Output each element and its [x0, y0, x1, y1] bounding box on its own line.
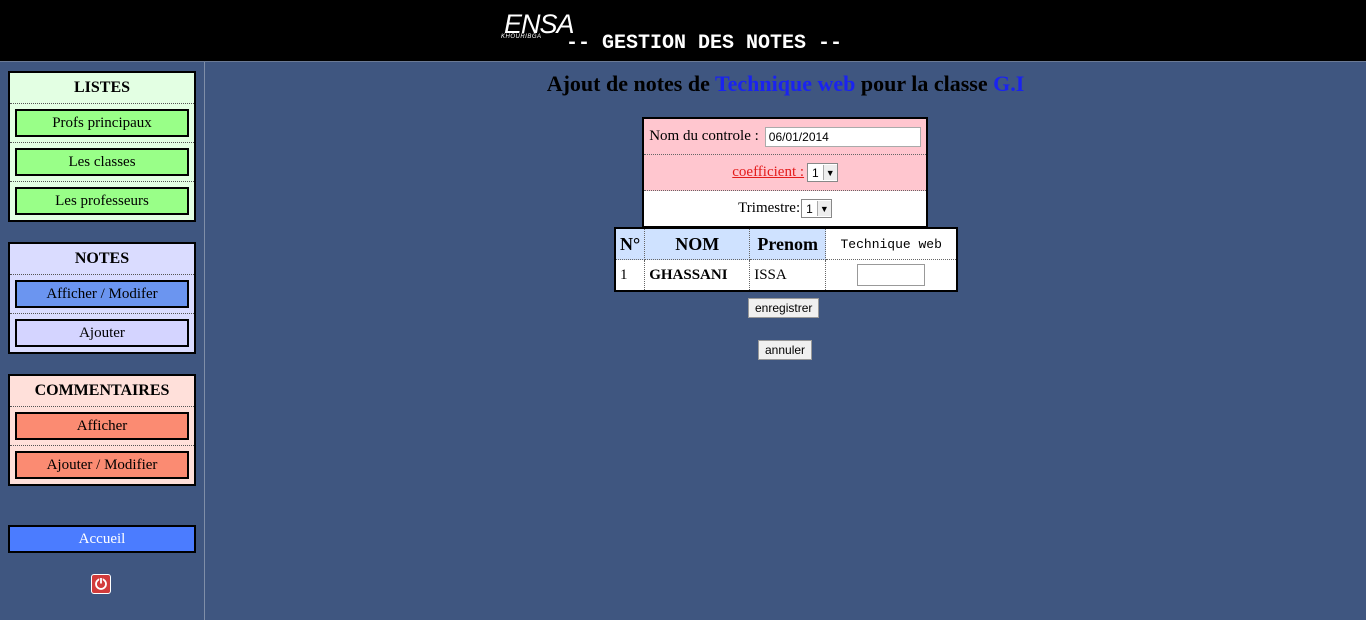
controle-label: Nom du controle :	[649, 128, 759, 144]
notes-table: N° NOM Prenom Technique web 1 GHASSANI I…	[614, 227, 959, 292]
title-prefix: Ajout de notes de	[546, 71, 710, 96]
menu-box-listes: LISTES Profs principaux Les classes Les …	[8, 71, 196, 222]
trimestre-value: 1	[806, 201, 813, 216]
trimestre-label: Trimestre:	[738, 200, 801, 216]
menu-box-notes: NOTES Afficher / Modifer Ajouter	[8, 242, 196, 354]
cell-nom: GHASSANI	[644, 259, 751, 292]
enregistrer-button[interactable]: enregistrer	[748, 298, 820, 318]
col-header-nom: NOM	[644, 228, 751, 260]
subject-name: Technique web	[714, 71, 856, 96]
cell-note	[825, 259, 958, 292]
menu-item-afficher-modifier-notes[interactable]: Afficher / Modifer	[15, 280, 189, 308]
power-icon[interactable]	[91, 574, 111, 594]
trimestre-row: Trimestre: 1 ▼	[644, 191, 926, 226]
chevron-down-icon: ▼	[816, 201, 831, 216]
cell-prenom: ISSA	[749, 259, 827, 292]
table-row: 1 GHASSANI ISSA	[615, 259, 958, 292]
page-header-title: -- GESTION DES NOTES --	[566, 32, 843, 55]
note-input[interactable]	[857, 264, 926, 286]
col-header-prenom: Prenom	[749, 228, 827, 260]
table-header-row: N° NOM Prenom Technique web	[615, 228, 958, 260]
cell-num: 1	[615, 259, 646, 292]
menu-title-commentaires: COMMENTAIRES	[10, 376, 194, 407]
coefficient-row: coefficient : 1 ▼	[644, 155, 926, 191]
col-header-num: N°	[615, 228, 646, 260]
col-header-subject: Technique web	[825, 228, 958, 260]
coefficient-select[interactable]: 1 ▼	[807, 163, 838, 182]
page-title: Ajout de notes de Technique web pour la …	[205, 71, 1366, 97]
menu-item-les-professeurs[interactable]: Les professeurs	[15, 187, 189, 215]
controle-name-input[interactable]	[764, 126, 921, 147]
menu-item-afficher-commentaires[interactable]: Afficher	[15, 412, 189, 440]
coefficient-value: 1	[812, 165, 819, 180]
menu-box-commentaires: COMMENTAIRES Afficher Ajouter / Modifier	[8, 374, 196, 486]
menu-item-ajouter-notes[interactable]: Ajouter	[15, 319, 189, 347]
class-name: G.I	[993, 71, 1025, 96]
menu-title-listes: LISTES	[10, 73, 194, 104]
annuler-button[interactable]: annuler	[758, 340, 813, 360]
accueil-button[interactable]: Accueil	[8, 525, 196, 553]
controle-form: Nom du controle : coefficient : 1 ▼ Trim…	[642, 117, 928, 228]
logo-city: KHOURIBGA	[501, 34, 542, 40]
controle-row: Nom du controle :	[644, 119, 926, 155]
menu-item-profs-principaux[interactable]: Profs principaux	[15, 109, 189, 137]
ensa-logo: ENSA KHOURIBGA	[498, 9, 575, 47]
coefficient-link[interactable]: coefficient :	[732, 164, 804, 181]
menu-item-les-classes[interactable]: Les classes	[15, 148, 189, 176]
title-mid: pour la classe	[860, 71, 988, 96]
menu-title-notes: NOTES	[10, 244, 194, 275]
chevron-down-icon: ▼	[822, 165, 837, 180]
trimestre-select[interactable]: 1 ▼	[801, 199, 832, 218]
sidebar: LISTES Profs principaux Les classes Les …	[0, 62, 205, 620]
top-header: ENSA KHOURIBGA -- GESTION DES NOTES --	[0, 0, 1366, 62]
menu-item-ajouter-modifier-commentaires[interactable]: Ajouter / Modifier	[15, 451, 189, 479]
